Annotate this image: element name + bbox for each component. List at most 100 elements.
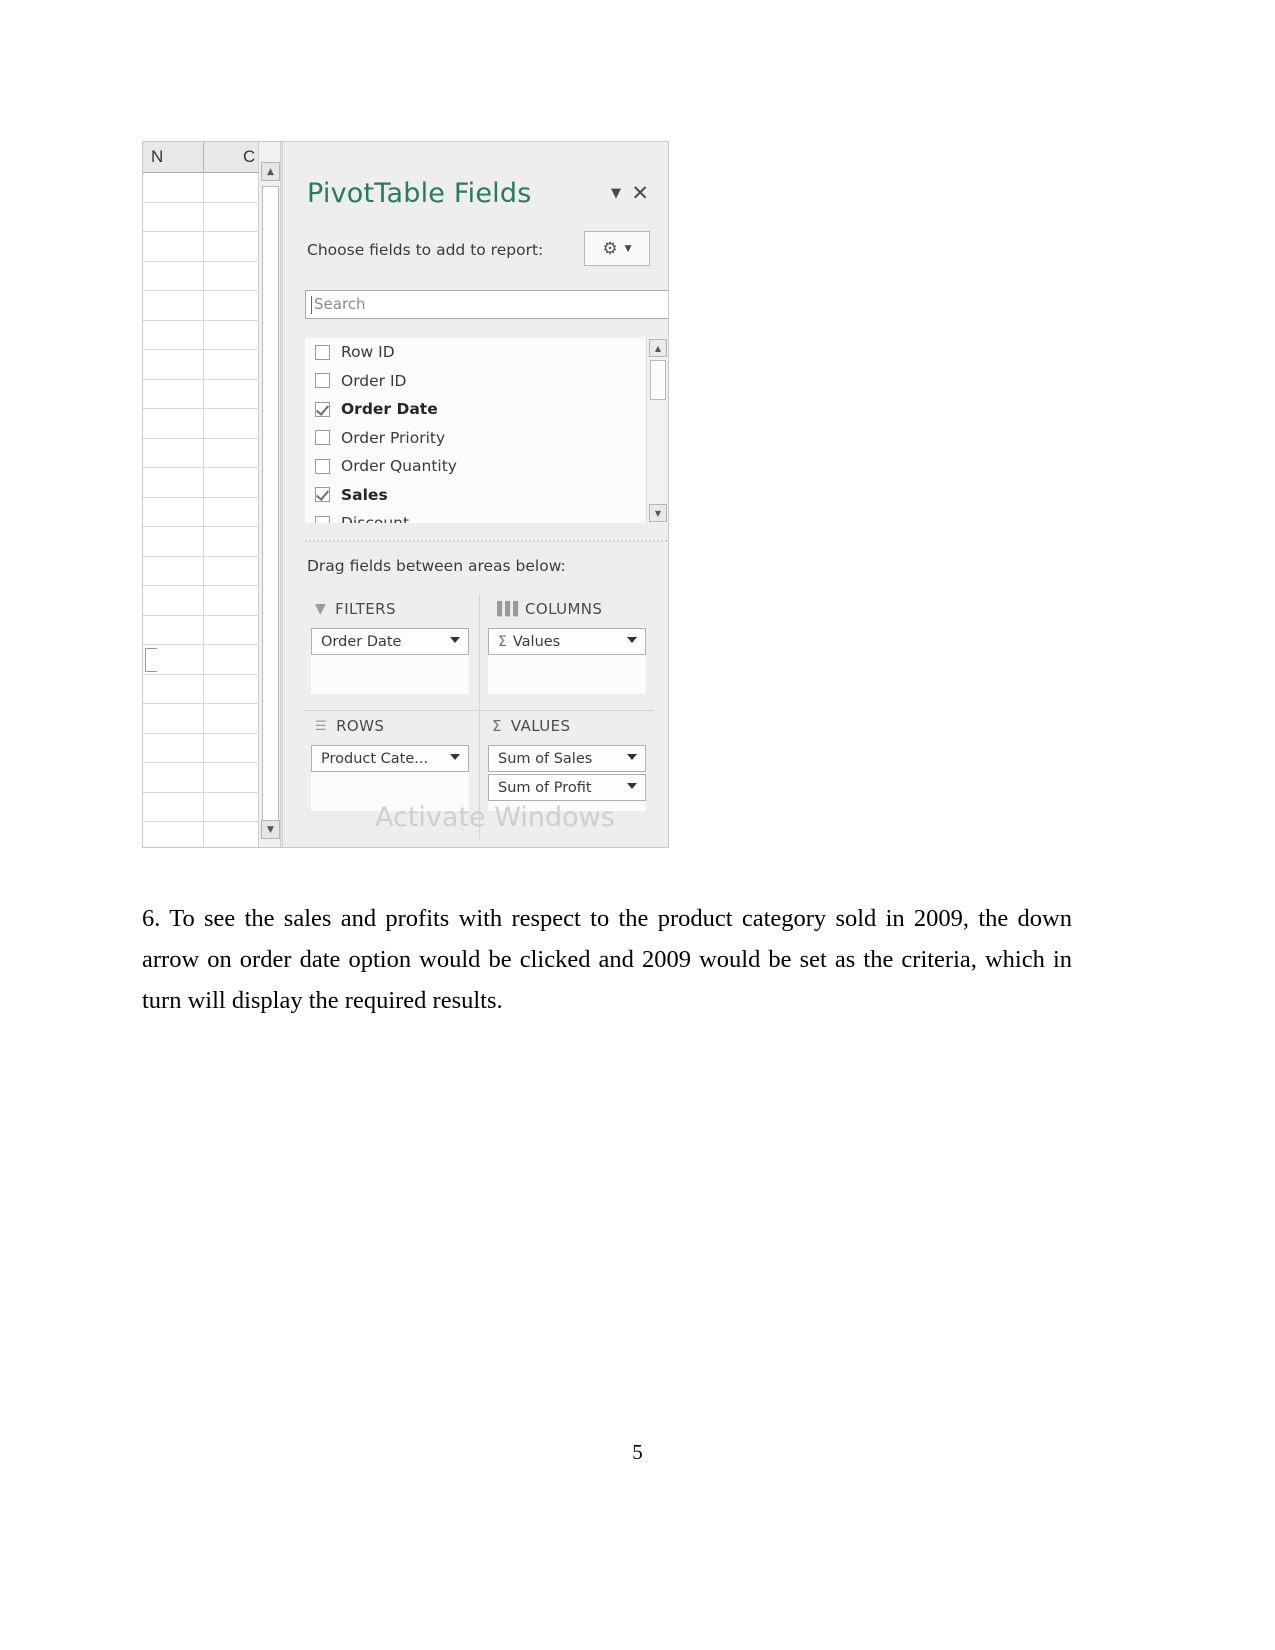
- area-header: ▐▐▐ COLUMNS: [480, 594, 656, 624]
- scrollbar-thumb[interactable]: [262, 186, 279, 836]
- grid-row[interactable]: [143, 468, 258, 498]
- chip-label: Product Cate...: [321, 750, 429, 767]
- scroll-down-icon[interactable]: ▼: [261, 820, 280, 839]
- chevron-down-icon[interactable]: [450, 637, 460, 643]
- field-label: Order Date: [341, 400, 438, 419]
- grid-row[interactable]: [143, 203, 258, 232]
- worksheet-vertical-scrollbar[interactable]: ▲ ▼: [258, 142, 281, 847]
- grid-row[interactable]: [143, 586, 258, 616]
- field-chip[interactable]: Σ Values: [488, 628, 646, 655]
- column-header-n[interactable]: N: [151, 147, 163, 167]
- field-list[interactable]: Row ID Order ID Order Date ▼ Order Prior…: [305, 338, 668, 523]
- area-filters[interactable]: ▼ FILTERS Order Date: [303, 594, 479, 694]
- field-label: Sales: [341, 485, 388, 504]
- field-label: Order ID: [341, 371, 407, 390]
- grid-row[interactable]: [143, 704, 258, 734]
- area-dropzone[interactable]: Product Cate...: [311, 745, 469, 811]
- grid-row[interactable]: [143, 291, 258, 321]
- area-rows[interactable]: ☰ ROWS Product Cate...: [303, 711, 479, 811]
- grid-row[interactable]: [143, 232, 258, 262]
- grid-row[interactable]: [143, 793, 258, 822]
- scrollbar-thumb[interactable]: [650, 360, 666, 400]
- field-label: Discount: [341, 514, 409, 523]
- area-dropzone[interactable]: Σ Values: [488, 628, 646, 694]
- field-checkbox[interactable]: [315, 515, 330, 523]
- area-title: ROWS: [336, 717, 385, 735]
- grid-row[interactable]: [143, 527, 258, 557]
- chevron-down-icon: ▼: [624, 243, 632, 254]
- field-item[interactable]: Order Priority: [305, 424, 668, 453]
- field-item[interactable]: Sales: [305, 481, 668, 510]
- area-title: FILTERS: [335, 600, 396, 618]
- field-checkbox[interactable]: [315, 373, 330, 389]
- area-title: VALUES: [510, 717, 571, 735]
- field-checkbox[interactable]: [315, 344, 330, 360]
- chevron-down-icon[interactable]: ▼: [611, 186, 621, 201]
- field-item[interactable]: Order ID: [305, 367, 668, 396]
- field-chip[interactable]: Product Cate...: [311, 745, 469, 772]
- chevron-down-icon[interactable]: [450, 754, 460, 760]
- area-header: ▼ FILTERS: [303, 594, 479, 624]
- funnel-icon: ▼: [315, 601, 327, 617]
- grid-row[interactable]: [143, 409, 258, 439]
- close-icon[interactable]: ✕: [631, 183, 649, 204]
- grid-row[interactable]: [143, 321, 258, 350]
- grid-row[interactable]: [143, 557, 258, 586]
- grid-row[interactable]: [143, 350, 258, 380]
- pivottable-tools-button[interactable]: ⚙ ▼: [584, 231, 650, 266]
- grid-row[interactable]: [143, 645, 258, 675]
- grid-row[interactable]: [143, 380, 258, 409]
- scroll-up-icon[interactable]: ▲: [261, 162, 280, 181]
- column-header-c[interactable]: C: [243, 147, 255, 167]
- area-values[interactable]: Σ VALUES Sum of Sales Sum of Profit: [480, 711, 656, 811]
- area-dropzone[interactable]: Order Date: [311, 628, 469, 694]
- field-label: Row ID: [341, 343, 395, 362]
- worksheet-grid[interactable]: N C: [143, 142, 258, 847]
- pane-title: PivotTable Fields: [307, 178, 532, 209]
- grid-row[interactable]: [143, 262, 258, 291]
- search-input[interactable]: Search ⚲: [305, 290, 668, 319]
- grid-row[interactable]: [143, 675, 258, 704]
- field-item[interactable]: Row ID: [305, 338, 668, 367]
- area-columns[interactable]: ▐▐▐ COLUMNS Σ Values: [480, 594, 656, 694]
- body-paragraph: 6. To see the sales and profits with res…: [142, 904, 1072, 1014]
- chip-label: Sum of Sales: [498, 750, 593, 767]
- grid-row[interactable]: [143, 498, 258, 527]
- rows-icon: ☰: [315, 718, 328, 734]
- selected-cell-marker: [145, 648, 157, 672]
- field-chip[interactable]: Order Date: [311, 628, 469, 655]
- grid-row[interactable]: [143, 734, 258, 763]
- scroll-up-icon[interactable]: ▲: [649, 339, 667, 357]
- field-checkbox[interactable]: [315, 458, 330, 474]
- sigma-icon: Σ: [492, 717, 502, 735]
- area-header: Σ VALUES: [480, 711, 656, 741]
- column-divider: [203, 142, 204, 173]
- field-item[interactable]: Order Quantity: [305, 452, 668, 481]
- grid-row[interactable]: [143, 439, 258, 468]
- field-chip[interactable]: Sum of Sales: [488, 745, 646, 772]
- grid-row[interactable]: [143, 173, 258, 203]
- worksheet-cells[interactable]: [143, 173, 258, 847]
- field-list-scrollbar[interactable]: ▲ ▼: [646, 338, 668, 523]
- field-checkbox[interactable]: [315, 487, 330, 503]
- field-checkbox[interactable]: [315, 430, 330, 446]
- gear-icon: ⚙: [602, 238, 618, 259]
- page-number: 5: [632, 1440, 643, 1464]
- scroll-down-icon[interactable]: ▼: [649, 504, 667, 522]
- area-header: ☰ ROWS: [303, 711, 479, 741]
- grid-row[interactable]: [143, 763, 258, 793]
- chevron-down-icon[interactable]: [627, 783, 637, 789]
- chevron-down-icon[interactable]: [627, 754, 637, 760]
- field-chip[interactable]: Sum of Profit: [488, 774, 646, 801]
- worksheet-column-headers: N C: [143, 142, 258, 173]
- field-checkbox[interactable]: [315, 401, 330, 417]
- grid-row[interactable]: [143, 822, 258, 847]
- field-item[interactable]: Discount: [305, 509, 668, 523]
- area-dropzone[interactable]: Sum of Sales Sum of Profit: [488, 745, 646, 811]
- excel-pivottable-screenshot: N C ▲ ▼ PivotTable Fields ▼ ✕ Choose fie…: [142, 141, 669, 848]
- field-item[interactable]: Order Date ▼: [305, 395, 668, 424]
- grid-row[interactable]: [143, 616, 258, 645]
- areas-section: ▼ FILTERS Order Date ▐▐▐ COLUMNS Σ Value…: [303, 594, 654, 847]
- chevron-down-icon[interactable]: [627, 637, 637, 643]
- chip-label: Values: [512, 633, 561, 650]
